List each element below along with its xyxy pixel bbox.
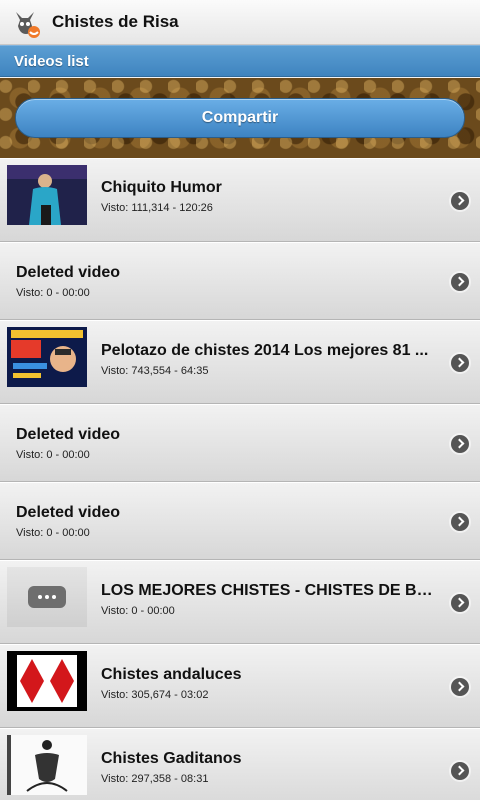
video-title: Deleted video xyxy=(16,504,121,521)
video-meta: Visto: 0 - 00:00 xyxy=(16,449,90,461)
chevron-right-icon xyxy=(451,513,469,531)
video-thumbnail xyxy=(7,327,87,387)
share-button-label: Compartir xyxy=(201,109,279,126)
cat-mascot-icon[interactable] xyxy=(8,4,44,40)
video-list-item[interactable]: Chistes andaluces Visto: 305,674 - 03:02 xyxy=(0,644,480,728)
video-meta: Visto: 743,554 - 64:35 xyxy=(101,365,209,377)
video-title: Chistes andaluces xyxy=(101,666,242,683)
app-title: Chistes de Risa xyxy=(52,12,179,31)
video-list-item[interactable]: Deleted video Visto: 0 - 00:00 xyxy=(0,482,480,560)
chevron-right-icon xyxy=(451,273,469,291)
video-title: LOS MEJORES CHISTES - CHISTES DE BO... xyxy=(101,582,441,599)
video-thumbnail xyxy=(7,735,87,795)
section-header: Videos list xyxy=(0,45,480,77)
video-title: Chistes Gaditanos xyxy=(101,750,242,767)
video-list-item[interactable]: LOS MEJORES CHISTES - CHISTES DE BO... V… xyxy=(0,560,480,644)
video-meta: Visto: 305,674 - 03:02 xyxy=(101,689,209,701)
video-list-item[interactable]: Chiquito Humor Visto: 111,314 - 120:26 xyxy=(0,158,480,242)
share-banner: Compartir xyxy=(0,78,480,158)
video-title: Deleted video xyxy=(16,426,121,443)
video-list-item[interactable]: Deleted video Visto: 0 - 00:00 xyxy=(0,404,480,482)
chevron-right-icon xyxy=(451,762,469,780)
video-list-item[interactable]: Deleted video Visto: 0 - 00:00 xyxy=(0,242,480,320)
share-button[interactable]: Compartir xyxy=(15,98,465,138)
video-thumbnail xyxy=(7,165,87,225)
video-title: Pelotazo de chistes 2014 Los mejores 81 … xyxy=(101,342,429,359)
chevron-right-icon xyxy=(451,435,469,453)
video-list-item[interactable]: Chistes Gaditanos Visto: 297,358 - 08:31 xyxy=(0,728,480,800)
video-list: Chiquito Humor Visto: 111,314 - 120:26 D… xyxy=(0,158,480,800)
video-meta: Visto: 0 - 00:00 xyxy=(16,527,90,539)
video-meta: Visto: 0 - 00:00 xyxy=(101,605,175,617)
video-thumbnail xyxy=(7,651,87,711)
video-title: Deleted video xyxy=(16,264,121,281)
video-meta: Visto: 297,358 - 08:31 xyxy=(101,773,209,785)
video-meta: Visto: 111,314 - 120:26 xyxy=(101,202,213,214)
chevron-right-icon xyxy=(451,678,469,696)
section-title: Videos list xyxy=(14,52,89,70)
chevron-right-icon xyxy=(451,594,469,612)
video-thumbnail xyxy=(7,567,87,627)
video-meta: Visto: 0 - 00:00 xyxy=(16,287,90,299)
chevron-right-icon xyxy=(451,354,469,372)
chevron-right-icon xyxy=(451,192,469,210)
app-titlebar: Chistes de Risa xyxy=(0,0,480,45)
video-title: Chiquito Humor xyxy=(101,179,222,196)
video-list-item[interactable]: Pelotazo de chistes 2014 Los mejores 81 … xyxy=(0,320,480,404)
